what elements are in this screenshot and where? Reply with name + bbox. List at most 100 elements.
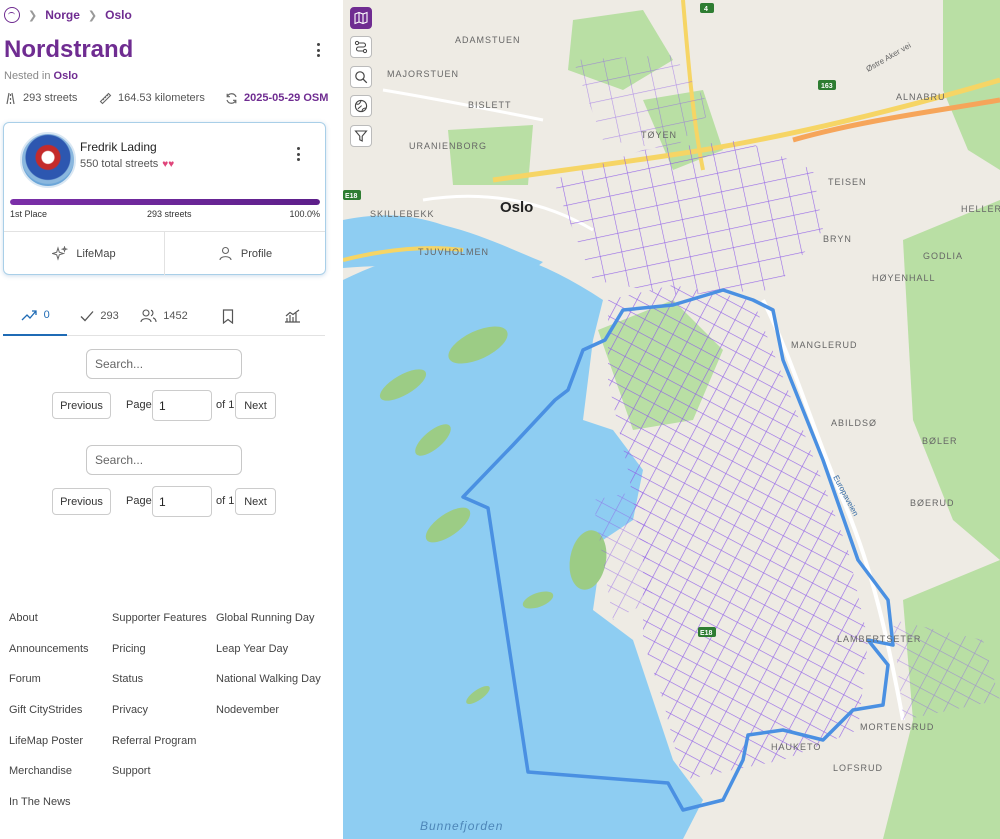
breadcrumb-norge[interactable]: Norge xyxy=(45,8,80,22)
globe-icon xyxy=(354,100,368,113)
search-input[interactable] xyxy=(86,349,242,379)
tab-activity[interactable]: 0 xyxy=(3,296,68,336)
filter-icon xyxy=(354,130,368,142)
map-canvas[interactable]: ADAMSTUEN MAJORSTUEN BISLETT URANIENBORG… xyxy=(343,0,1000,839)
tab-bookmarks[interactable] xyxy=(196,296,260,336)
label-lambertseter: LAMBERTSETER xyxy=(837,634,921,644)
avatar[interactable] xyxy=(20,132,76,188)
tab-users[interactable]: 1452 xyxy=(132,296,196,336)
card-actions: LifeMap Profile xyxy=(4,231,325,275)
page-label: Page xyxy=(126,399,152,411)
previous-button[interactable]: Previous xyxy=(52,392,111,419)
user-icon xyxy=(219,246,232,261)
pagination: Previous Page of 1 Next xyxy=(52,486,282,518)
leader-name[interactable]: Fredrik Lading xyxy=(80,140,157,154)
tab-completed[interactable]: 293 xyxy=(67,296,131,336)
label-boler: BØLER xyxy=(922,436,958,446)
footer-link[interactable]: Gift CityStrides xyxy=(9,700,89,731)
label-hauketo: HAUKETO xyxy=(771,742,821,752)
chart-icon xyxy=(285,309,301,323)
footer-link[interactable]: Global Running Day xyxy=(216,608,321,639)
footer-link[interactable]: Pricing xyxy=(112,639,207,670)
footer-link[interactable]: National Walking Day xyxy=(216,669,321,700)
map-search-button[interactable] xyxy=(350,65,372,88)
leader-card: Fredrik Lading 550 total streets ♥♥ 1st P… xyxy=(3,122,326,275)
page-total: of 1 xyxy=(216,399,235,411)
trending-up-icon xyxy=(21,310,37,321)
label-abildso: ABILDSØ xyxy=(831,418,877,428)
shield-4: 4 xyxy=(704,6,708,13)
page-total: of 1 xyxy=(216,495,235,507)
label-teisen: TEISEN xyxy=(828,177,867,187)
footer-link[interactable]: In The News xyxy=(9,792,89,823)
profile-button[interactable]: Profile xyxy=(164,232,325,275)
footer-link[interactable]: Forum xyxy=(9,669,89,700)
shield-e18: E18 xyxy=(700,630,713,637)
footer-link[interactable]: Nodevember xyxy=(216,700,321,731)
pagination: Previous Page of 1 Next xyxy=(52,390,282,422)
footer-link[interactable]: Announcements xyxy=(9,639,89,670)
leader-percent: 100.0% xyxy=(289,209,320,219)
more-options-icon[interactable] xyxy=(310,41,326,59)
label-tjuvholmen: TJUVHOLMEN xyxy=(418,247,489,257)
label-alnabru: ALNABRU xyxy=(896,92,946,102)
sparkles-icon xyxy=(52,245,69,261)
globe-button[interactable] xyxy=(350,95,372,118)
map-layer-button[interactable] xyxy=(350,7,372,29)
leader-place: 1st Place xyxy=(10,209,48,219)
lifemap-button[interactable]: LifeMap xyxy=(4,232,164,275)
filter-button[interactable] xyxy=(350,124,372,147)
chevron-right-icon: ❯ xyxy=(28,9,38,22)
users-icon xyxy=(140,309,157,323)
next-button[interactable]: Next xyxy=(235,488,276,515)
shield-e18: E18 xyxy=(345,193,358,200)
nested-parent-link[interactable]: Oslo xyxy=(54,70,78,82)
tab-charts[interactable] xyxy=(261,296,325,336)
ruler-icon xyxy=(99,92,112,104)
footer-link[interactable]: Status xyxy=(112,669,207,700)
sidebar: ❯ Norge ❯ Oslo Nordstrand Nested in Oslo… xyxy=(0,0,343,839)
nested-prefix: Nested in xyxy=(4,70,51,82)
label-bryn: BRYN xyxy=(823,234,852,244)
label-bunnefjorden: Bunnefjorden xyxy=(420,819,503,833)
footer-col-2: Supporter Features Pricing Status Privac… xyxy=(112,608,207,792)
label-helleru: HELLERU xyxy=(961,204,1000,214)
footer-link[interactable]: Leap Year Day xyxy=(216,639,321,670)
more-options-icon[interactable] xyxy=(290,145,306,163)
citystrides-logo-icon[interactable] xyxy=(4,7,20,23)
page-number-input[interactable] xyxy=(152,390,212,421)
map-toolbar xyxy=(350,7,372,154)
map-view[interactable]: ADAMSTUEN MAJORSTUEN BISLETT URANIENBORG… xyxy=(343,0,1000,839)
label-oslo: Oslo xyxy=(500,199,533,216)
footer-link[interactable]: About xyxy=(9,608,89,639)
footer-link[interactable]: LifeMap Poster xyxy=(9,731,89,762)
breadcrumb-oslo[interactable]: Oslo xyxy=(105,8,132,22)
label-uranienborg: URANIENBORG xyxy=(409,141,487,151)
footer-link[interactable]: Referral Program xyxy=(112,731,207,762)
nested-in: Nested in Oslo xyxy=(4,70,78,82)
bookmark-icon xyxy=(223,308,234,324)
breadcrumb: ❯ Norge ❯ Oslo xyxy=(4,6,132,24)
road-icon xyxy=(6,92,15,104)
check-icon xyxy=(80,311,94,322)
footer-link[interactable]: Merchandise xyxy=(9,761,89,792)
next-button[interactable]: Next xyxy=(235,392,276,419)
footer-link[interactable]: Support xyxy=(112,761,207,792)
label-adamstuen: ADAMSTUEN xyxy=(455,35,521,45)
route-button[interactable] xyxy=(350,36,372,59)
footer-link[interactable]: Privacy xyxy=(112,700,207,731)
street-count: 293 streets xyxy=(4,89,77,107)
leader-progress-bar xyxy=(10,199,320,205)
footer-link[interactable]: Supporter Features xyxy=(112,608,207,639)
previous-button[interactable]: Previous xyxy=(52,488,111,515)
osm-sync[interactable]: 2025-05-29 OSM xyxy=(225,89,328,107)
progress-fill xyxy=(10,199,320,205)
tab-bar: 0 293 1452 xyxy=(3,296,325,336)
route-icon xyxy=(354,41,368,54)
label-mortensrud: MORTENSRUD xyxy=(860,722,934,732)
search-input[interactable] xyxy=(86,445,242,475)
search-icon xyxy=(355,70,368,84)
page-label: Page xyxy=(126,495,152,507)
map-icon xyxy=(354,11,368,25)
page-number-input[interactable] xyxy=(152,486,212,517)
